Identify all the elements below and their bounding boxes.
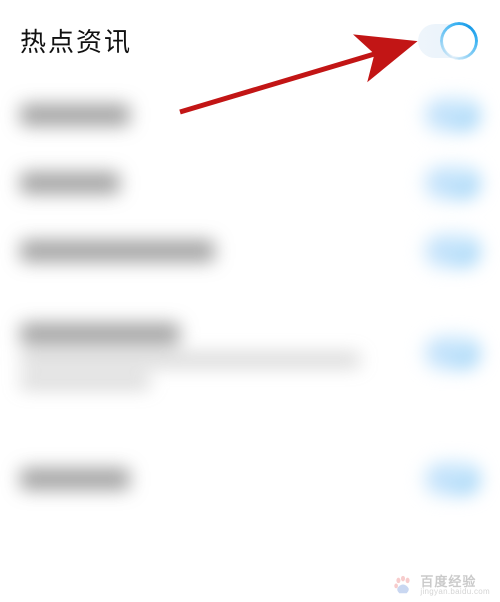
watermark: 百度经验 jingyan.baidu.com <box>392 574 490 596</box>
blurred-label <box>20 240 215 262</box>
blurred-subtext <box>20 375 150 389</box>
toggle-blurred <box>424 99 480 131</box>
blurred-label <box>20 104 130 126</box>
blurred-label <box>20 468 130 490</box>
setting-row-blurred <box>0 217 500 285</box>
blurred-settings-group <box>0 81 500 513</box>
blurred-label-block <box>20 323 360 389</box>
setting-row-blurred <box>0 297 500 415</box>
setting-row-hot-news[interactable]: 热点资讯 <box>0 0 500 81</box>
setting-row-blurred <box>0 149 500 217</box>
blurred-subtext <box>20 353 360 367</box>
blurred-label <box>20 323 180 345</box>
blurred-label <box>20 172 120 194</box>
setting-label-hot-news: 热点资讯 <box>20 22 132 59</box>
setting-row-blurred <box>0 81 500 149</box>
toggle-hot-news[interactable] <box>418 24 476 58</box>
toggle-blurred <box>424 235 480 267</box>
toggle-blurred <box>424 463 480 495</box>
watermark-brand-en: jingyan.baidu.com <box>420 588 490 596</box>
toggle-knob-ring <box>441 23 477 59</box>
settings-screen: 热点资讯 <box>0 0 500 602</box>
toggle-blurred <box>424 337 480 369</box>
setting-row-blurred <box>0 445 500 513</box>
watermark-text: 百度经验 jingyan.baidu.com <box>420 575 490 596</box>
toggle-blurred <box>424 167 480 199</box>
watermark-logo-icon <box>392 574 414 596</box>
watermark-brand-cn: 百度经验 <box>420 575 490 588</box>
